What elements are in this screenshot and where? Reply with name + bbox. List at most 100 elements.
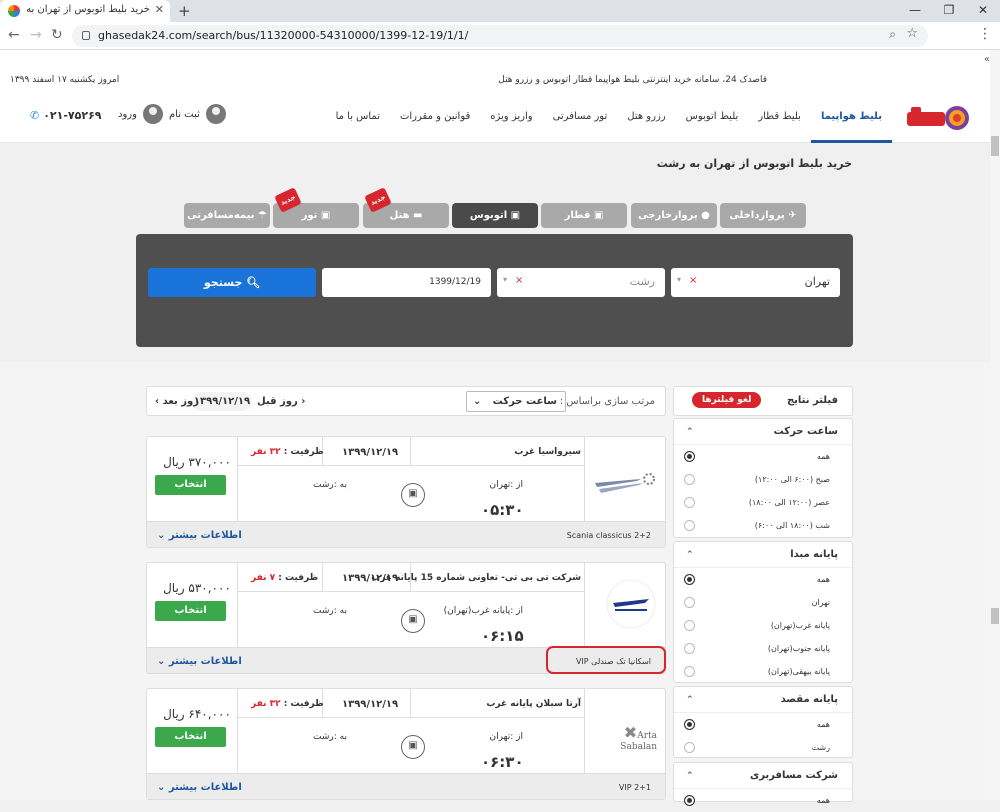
filter-group-header[interactable]: پایانه مبدا ⌃ [674,542,852,568]
prev-day-button[interactable]: ‹ روز قبل [257,396,305,407]
destination-clear-icon[interactable]: × [515,275,523,286]
card-footer: VIP 2+1 اطلاعات بیشتر ⌄ [147,773,665,799]
menu-item-flight[interactable]: بلیط هواپیما [810,95,892,143]
divider [584,437,585,523]
chevron-up-icon[interactable]: ⌃ [686,419,694,445]
menu-item-tour[interactable]: تور مسافرتی [543,95,618,143]
menu-item-bus[interactable]: بلیط اتوبوس [676,95,749,143]
select-button[interactable]: انتخاب [155,727,226,747]
clear-filters-button[interactable]: لغو فیلترها [692,392,762,408]
filter-group-header[interactable]: پایانه مقصد ⌃ [674,687,852,713]
filter-option[interactable]: عصر (۱۲:۰۰ الی ۱۸:۰۰) [674,491,852,514]
tab-hotel[interactable]: ▬ هتل جدید [363,187,449,228]
menu-item-train[interactable]: بلیط قطار [748,95,811,143]
signup-link[interactable]: ثبت نام [169,109,200,120]
tab-intl-flight[interactable]: ● پروازخارجی [631,203,717,228]
select-button[interactable]: انتخاب [155,475,226,495]
origin-clear-icon[interactable]: × [689,275,697,286]
filter-option[interactable]: پایانه بیهقی(تهران) [674,660,852,683]
chevron-up-icon[interactable]: ⌃ [686,763,694,789]
phone-icon: ✆ [30,109,40,122]
more-info-link[interactable]: اطلاعات بیشتر ⌄ [157,782,242,793]
radio[interactable] [684,742,695,753]
radio[interactable] [684,497,695,508]
filter-option[interactable]: پایانه جنوب(تهران) [674,637,852,660]
tab-tour[interactable]: ▣ تور جدید [273,187,359,228]
bookmark-star-icon[interactable]: ☆ [906,26,918,41]
forward-icon[interactable]: → [30,27,42,43]
chevron-up-icon[interactable]: ⌃ [686,542,694,568]
menu-item-deposit[interactable]: واریز ویژه [480,95,542,143]
page-scrollbar[interactable] [990,50,1000,800]
tab-train[interactable]: ▣ قطار [541,203,627,228]
signup-avatar-icon[interactable] [205,104,226,124]
login-link[interactable]: ورود [118,109,137,120]
search-icon: 🔍︎ [246,276,261,289]
filter-group-header[interactable]: ساعت حرکت ⌃ [674,419,852,445]
date-input[interactable]: 1399/12/19 [322,268,491,297]
origin-caret-icon[interactable]: ▾ [677,275,681,284]
tab-bus[interactable]: ▣ اتوبوس [452,203,538,228]
company-name: شرکت تی بی تی- تعاونی شماره 15 پایانه غر… [371,573,581,583]
destination-value: رشت [629,275,655,288]
radio[interactable] [684,620,695,631]
filter-option[interactable]: پایانه غرب(تهران) [674,614,852,637]
origin-select[interactable]: تهران × ▾ [671,268,840,297]
divider [584,689,585,775]
filter-option[interactable]: شب (۱۸:۰۰ الی ۶:۰۰) [674,514,852,537]
filter-option[interactable]: رشت [674,736,852,759]
back-icon[interactable]: ← [8,27,20,43]
chevron-up-icon[interactable]: ⌃ [686,687,694,713]
filter-option[interactable]: همه [674,445,852,468]
close-window-button[interactable]: ✕ [966,0,1000,22]
url-text[interactable]: ghasedak24.com/search/bus/11320000-54310… [98,29,468,42]
filter-option[interactable]: همه [674,568,852,591]
filter-option[interactable]: همه [674,713,852,736]
new-tab-button[interactable]: + [178,2,191,20]
scrollbar-thumb[interactable] [991,608,999,624]
date-value: 1399/12/19 [429,277,481,287]
filter-option[interactable]: همه [674,789,852,812]
radio[interactable] [684,520,695,531]
radio[interactable] [684,597,695,608]
menu-item-hotel[interactable]: رزرو هتل [617,95,675,143]
sort-select[interactable]: ساعت حرکت ⌄ [466,391,566,412]
radio-selected[interactable] [684,451,695,462]
login-avatar-icon[interactable] [142,104,163,124]
next-day-label: روز بعد [162,396,199,407]
destination-select[interactable]: رشت × ▾ [497,268,665,297]
maximize-button[interactable]: ❐ [932,0,966,22]
option-label: رشت [811,743,830,752]
chevron-down-icon: ⌄ [157,530,166,541]
radio[interactable] [684,666,695,677]
search-icon[interactable]: ⌕ [889,27,896,42]
minimize-button[interactable]: — [898,0,932,22]
more-info-link[interactable]: اطلاعات بیشتر ⌄ [157,530,242,541]
tab-domestic-flight[interactable]: ✈ پروازداخلی [720,203,806,228]
radio-selected[interactable] [684,795,695,806]
filter-option[interactable]: تهران [674,591,852,614]
omnibox[interactable]: ghasedak24.com/search/bus/11320000-54310… [72,25,928,47]
tab-insurance[interactable]: ☂ بیمه‌مسافرتی [184,203,270,228]
more-info-label: اطلاعات بیشتر [168,530,242,541]
menu-item-contact[interactable]: تماس با ما [326,95,390,143]
radio[interactable] [684,643,695,654]
more-info-link[interactable]: اطلاعات بیشتر ⌄ [157,656,242,667]
address-bar-row: ← → ↻ ghasedak24.com/search/bus/11320000… [0,22,1000,50]
reload-icon[interactable]: ↻ [51,27,63,43]
next-day-button[interactable]: روز بعد › [155,396,199,407]
browser-menu-icon[interactable]: ⋮ [978,26,992,42]
ghasedak-logo-icon[interactable] [905,104,969,132]
radio-selected[interactable] [684,719,695,730]
radio-selected[interactable] [684,574,695,585]
search-button[interactable]: 🔍︎ جستجو [148,268,316,297]
select-button[interactable]: انتخاب [155,601,226,621]
scrollbar-thumb-top[interactable] [991,136,999,156]
tab-close-icon[interactable]: ✕ [155,3,164,16]
destination-caret-icon[interactable]: ▾ [503,275,507,284]
browser-tab[interactable]: خرید بلیط اتوبوس از تهران به رشت ✕ [0,0,170,22]
radio[interactable] [684,474,695,485]
menu-item-rules[interactable]: قوانین و مقررات [390,95,480,143]
filter-option[interactable]: صبح (۶:۰۰ الی ۱۲:۰۰) [674,468,852,491]
filter-group-header[interactable]: شرکت مسافربری ⌃ [674,763,852,789]
